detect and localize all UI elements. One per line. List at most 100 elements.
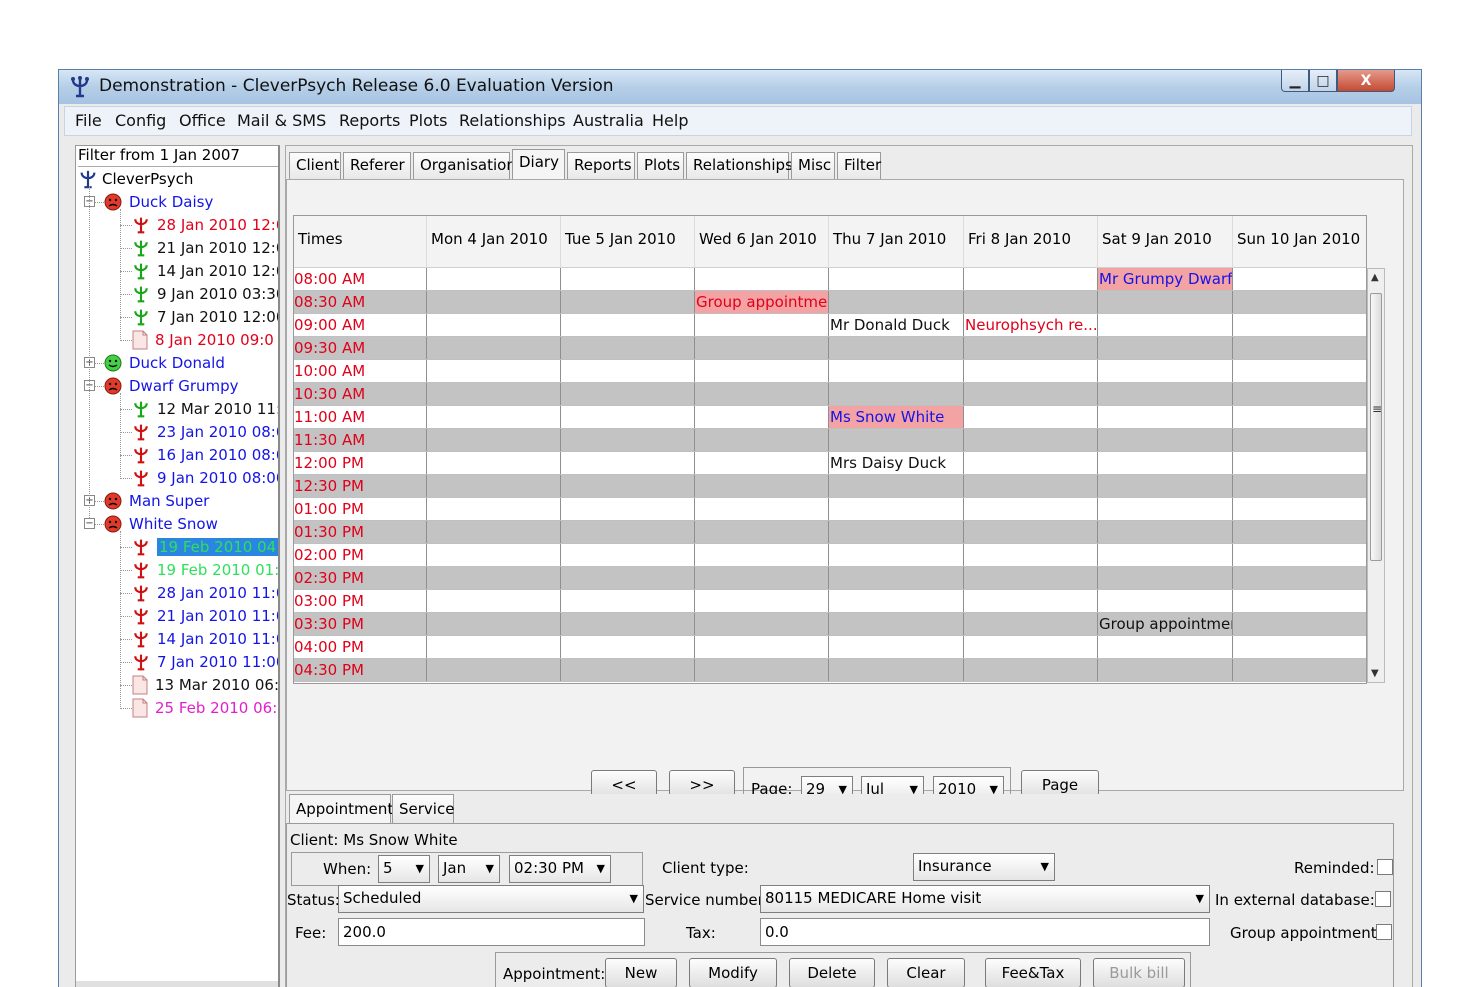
diary-slot[interactable]: [829, 544, 964, 566]
tree-client-node[interactable]: Man Super: [104, 490, 209, 512]
diary-slot[interactable]: [964, 544, 1098, 566]
diary-slot[interactable]: [427, 567, 561, 589]
diary-slot[interactable]: [1233, 268, 1366, 290]
diary-slot[interactable]: [695, 452, 829, 474]
appointment-entry[interactable]: Group appointment: [1098, 613, 1233, 635]
diary-slot[interactable]: [695, 544, 829, 566]
diary-slot[interactable]: [1233, 544, 1366, 566]
diary-slot[interactable]: [964, 406, 1098, 428]
diary-slot[interactable]: [561, 268, 695, 290]
diary-slot[interactable]: [561, 567, 695, 589]
diary-slot[interactable]: [1098, 544, 1233, 566]
tree-appointment-node[interactable]: 23 Jan 2010 08:0: [132, 421, 278, 443]
diary-slot[interactable]: [695, 567, 829, 589]
diary-slot[interactable]: [561, 659, 695, 681]
diary-slot[interactable]: [1233, 314, 1366, 336]
diary-slot[interactable]: [964, 291, 1098, 313]
collapse-icon[interactable]: −: [84, 518, 95, 529]
diary-slot[interactable]: [695, 429, 829, 451]
diary-grid[interactable]: Times Mon 4 Jan 2010 Tue 5 Jan 2010 Wed 6 J…: [293, 215, 1367, 684]
scroll-up-icon[interactable]: ▲: [1371, 272, 1379, 283]
diary-slot[interactable]: [1233, 498, 1366, 520]
diary-slot[interactable]: [1098, 360, 1233, 382]
diary-slot[interactable]: [1233, 406, 1366, 428]
menu-plots[interactable]: Plots: [409, 111, 448, 130]
diary-slot[interactable]: [427, 498, 561, 520]
diary-slot[interactable]: [427, 360, 561, 382]
menu-office[interactable]: Office: [179, 111, 226, 130]
diary-slot[interactable]: [1233, 360, 1366, 382]
group-appointment-checkbox[interactable]: [1376, 924, 1392, 940]
diary-slot[interactable]: [964, 590, 1098, 612]
diary-slot[interactable]: [964, 429, 1098, 451]
diary-slot[interactable]: [695, 659, 829, 681]
diary-slot[interactable]: [829, 475, 964, 497]
diary-slot[interactable]: [964, 452, 1098, 474]
tax-input[interactable]: 0.0: [760, 918, 1210, 946]
diary-slot[interactable]: [1098, 406, 1233, 428]
when-month-select[interactable]: Jan ▼: [438, 855, 500, 883]
diary-slot[interactable]: [561, 429, 695, 451]
appointment-entry[interactable]: Group appointment: [695, 291, 829, 313]
diary-slot[interactable]: [1233, 337, 1366, 359]
diary-slot[interactable]: [1233, 613, 1366, 635]
diary-slot[interactable]: [1098, 590, 1233, 612]
menu-australia[interactable]: Australia: [573, 111, 644, 130]
diary-slot[interactable]: [561, 452, 695, 474]
diary-slot[interactable]: [964, 337, 1098, 359]
service-number-select[interactable]: 80115 MEDICARE Home visit ▼: [760, 885, 1210, 913]
scroll-down-icon[interactable]: ▼: [1371, 668, 1379, 679]
menu-reports[interactable]: Reports: [339, 111, 400, 130]
diary-slot[interactable]: [1098, 475, 1233, 497]
diary-slot[interactable]: [561, 498, 695, 520]
tab-organisation[interactable]: Organisation: [413, 152, 516, 179]
day-column-header[interactable]: Sun 10 Jan 2010: [1233, 216, 1366, 268]
appointment-entry[interactable]: Mr Grumpy Dwarf: [1098, 268, 1233, 290]
close-button[interactable]: X: [1337, 70, 1395, 92]
diary-slot[interactable]: [964, 521, 1098, 543]
tree-appointment-node[interactable]: 14 Jan 2010 11:0: [132, 628, 278, 650]
tree-appointment-node[interactable]: 12 Mar 2010 11:3: [132, 398, 278, 420]
appointment-entry[interactable]: Ms Snow White: [829, 406, 964, 428]
subtab-appointment[interactable]: Appointment: [289, 794, 393, 824]
diary-slot[interactable]: [427, 337, 561, 359]
diary-slot[interactable]: [561, 291, 695, 313]
diary-slot[interactable]: [561, 314, 695, 336]
appointment-entry[interactable]: Mrs Daisy Duck: [829, 452, 964, 474]
day-column-header[interactable]: Wed 6 Jan 2010: [695, 216, 829, 268]
status-select[interactable]: Scheduled ▼: [338, 885, 644, 913]
diary-slot[interactable]: [1233, 521, 1366, 543]
menu-help[interactable]: Help: [652, 111, 688, 130]
diary-slot[interactable]: [1098, 498, 1233, 520]
when-day-select[interactable]: 5 ▼: [378, 855, 430, 883]
when-time-select[interactable]: 02:30 PM ▼: [509, 855, 611, 883]
diary-slot[interactable]: [427, 636, 561, 658]
diary-slot[interactable]: [695, 314, 829, 336]
diary-slot[interactable]: [427, 406, 561, 428]
diary-slot[interactable]: [427, 314, 561, 336]
diary-slot[interactable]: [829, 659, 964, 681]
appointment-entry[interactable]: Mr Donald Duck: [829, 314, 964, 336]
diary-slot[interactable]: [695, 498, 829, 520]
tree-appointment-node[interactable]: 7 Jan 2010 12:00: [132, 306, 278, 328]
tree-appointment-node[interactable]: 28 Jan 2010 11:0: [132, 582, 278, 604]
diary-slot[interactable]: [427, 590, 561, 612]
diary-slot[interactable]: [829, 498, 964, 520]
diary-slot[interactable]: [695, 521, 829, 543]
diary-slot[interactable]: [964, 383, 1098, 405]
diary-slot[interactable]: [829, 521, 964, 543]
diary-slot[interactable]: [427, 429, 561, 451]
menu-file[interactable]: File: [75, 111, 102, 130]
tree-appointment-node[interactable]: 14 Jan 2010 12:0: [132, 260, 278, 282]
tab-plots[interactable]: Plots: [637, 152, 684, 179]
diary-slot[interactable]: [829, 360, 964, 382]
diary-slot[interactable]: [695, 383, 829, 405]
diary-slot[interactable]: [1233, 590, 1366, 612]
fee-tax-button[interactable]: Fee&Tax: [985, 958, 1081, 987]
diary-slot[interactable]: [1233, 636, 1366, 658]
tree-appointment-node[interactable]: 21 Jan 2010 12:0: [132, 237, 278, 259]
diary-slot[interactable]: [1098, 452, 1233, 474]
diary-slot[interactable]: [427, 475, 561, 497]
diary-slot[interactable]: [427, 613, 561, 635]
modify-button[interactable]: Modify: [689, 958, 777, 987]
